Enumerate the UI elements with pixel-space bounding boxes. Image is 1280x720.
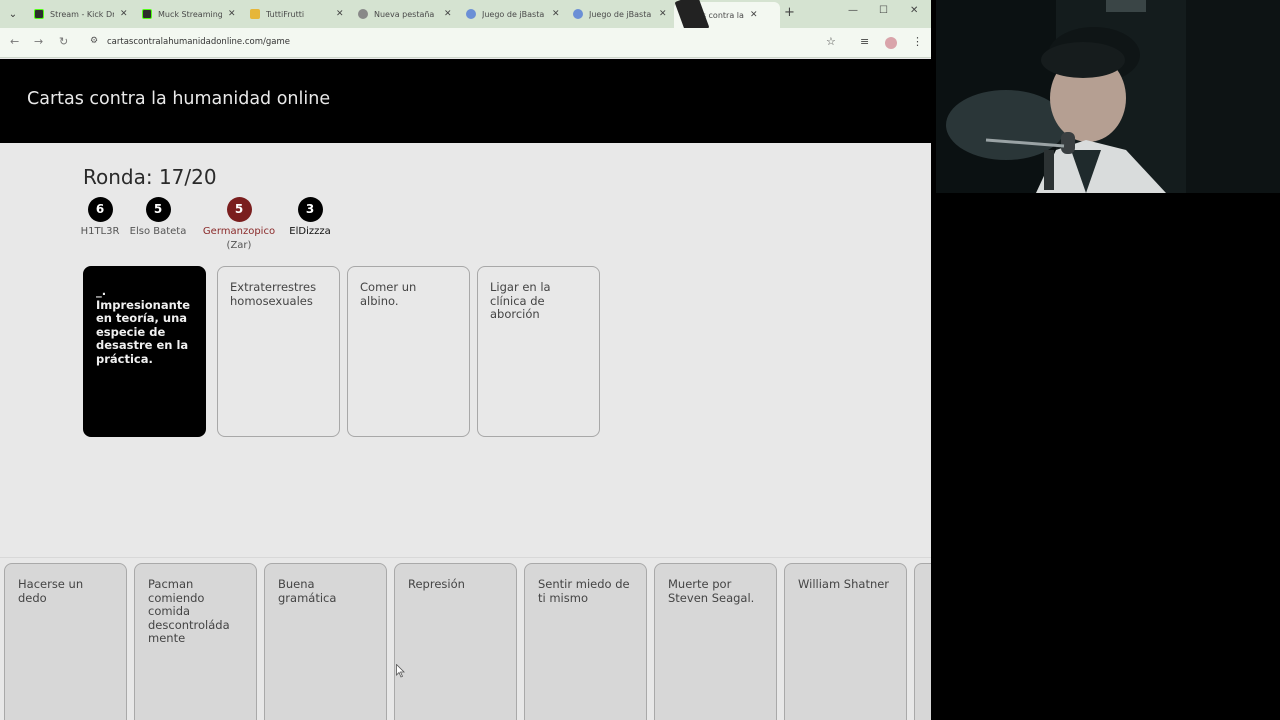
media-controls-icon[interactable]: ≡ xyxy=(860,35,869,48)
played-card[interactable]: Comer un albino. xyxy=(347,266,470,437)
tab-search-icon[interactable]: ⌄ xyxy=(0,0,26,28)
hand-card-partial[interactable] xyxy=(914,563,931,720)
tab-tuttifrutti[interactable]: TuttiFrutti ✕ xyxy=(244,4,350,24)
tab-muck-streaming[interactable]: Muck Streaming ✕ xyxy=(136,4,242,24)
address-bar: ← → ↻ ⚙ cartascontralahumanidadonline.co… xyxy=(0,28,931,58)
player-score: 5 xyxy=(226,197,252,222)
hand-card[interactable]: Pacman comiendo comida descontroláda men… xyxy=(134,563,257,720)
tab-strip: ⌄ Stream - Kick Dr ✕ Muck Streaming ✕ Tu… xyxy=(0,0,931,37)
profile-avatar[interactable] xyxy=(885,37,897,49)
minimize-icon[interactable]: — xyxy=(848,5,858,16)
kick-icon xyxy=(34,9,44,19)
menu-icon[interactable]: ⋮ xyxy=(912,35,923,48)
site-header: Cartas contra la humanidad online xyxy=(0,59,931,143)
player-4: 3 ElDizzza xyxy=(265,197,355,237)
player-score: 5 xyxy=(145,197,171,222)
close-icon[interactable]: ✕ xyxy=(120,9,128,19)
forward-icon[interactable]: → xyxy=(34,35,43,48)
bookmark-star-icon[interactable]: ☆ xyxy=(826,35,836,48)
window-close-icon[interactable]: ✕ xyxy=(910,5,918,16)
globe-icon xyxy=(573,9,583,19)
url-input[interactable]: cartascontralahumanidadonline.com/game xyxy=(107,37,290,47)
reload-icon[interactable]: ↻ xyxy=(59,35,68,48)
new-tab-icon[interactable]: + xyxy=(784,5,795,20)
player-score: 3 xyxy=(297,197,323,222)
hand-card[interactable]: William Shatner xyxy=(784,563,907,720)
tuttifrutti-icon xyxy=(250,9,260,19)
back-icon[interactable]: ← xyxy=(10,35,19,48)
hand-card[interactable]: Sentir miedo de ti mismo xyxy=(524,563,647,720)
black-card: _. Impresionante en teoría, una especie … xyxy=(83,266,206,437)
hand-divider xyxy=(0,557,931,558)
tab-stream-kick[interactable]: Stream - Kick Dr ✕ xyxy=(28,4,134,24)
tab-new-tab[interactable]: Nueva pestaña ✕ xyxy=(352,4,458,24)
hand-card[interactable]: Muerte por Steven Seagal. xyxy=(654,563,777,720)
hand-card[interactable]: Hacerse un dedo xyxy=(4,563,127,720)
player-name: Elso Bateta xyxy=(129,226,187,237)
close-icon[interactable]: ✕ xyxy=(552,9,560,19)
game-area: Ronda: 17/20 6 H1TL3R 5 Elso Bateta 5 Ge… xyxy=(0,143,931,720)
maximize-icon[interactable]: ☐ xyxy=(879,5,888,16)
webcam-overlay xyxy=(936,0,1280,193)
hand-card[interactable]: Represión xyxy=(394,563,517,720)
page-title: Cartas contra la humanidad online xyxy=(27,89,331,109)
tab-juego-basta-2[interactable]: Juego de jBasta ✕ xyxy=(567,4,673,24)
site-info-icon[interactable]: ⚙ xyxy=(90,36,98,46)
player-name: ElDizzza xyxy=(289,226,331,237)
played-card[interactable]: Extraterrestres homosexuales xyxy=(217,266,340,437)
close-icon[interactable]: ✕ xyxy=(750,10,758,20)
close-icon[interactable]: ✕ xyxy=(444,9,452,19)
close-icon[interactable]: ✕ xyxy=(228,9,236,19)
player-score: 6 xyxy=(87,197,113,222)
browser-window: ⌄ Stream - Kick Dr ✕ Muck Streaming ✕ Tu… xyxy=(0,0,931,720)
player-2: 5 Elso Bateta xyxy=(113,197,203,237)
played-card[interactable]: Ligar en la clínica de aborción xyxy=(477,266,600,437)
close-icon[interactable]: ✕ xyxy=(659,9,667,19)
chrome-icon xyxy=(358,9,368,19)
tab-cartas-active[interactable]: Cartas contra la ✕ xyxy=(674,0,780,37)
close-icon[interactable]: ✕ xyxy=(336,9,344,19)
kick-icon xyxy=(142,9,152,19)
round-counter: Ronda: 17/20 xyxy=(83,165,217,189)
hand-card[interactable]: Buena gramática xyxy=(264,563,387,720)
mouse-cursor-icon xyxy=(396,664,405,678)
webcam-feed-image xyxy=(936,0,1280,193)
tab-juego-basta-1[interactable]: Juego de jBasta ✕ xyxy=(460,4,566,24)
globe-icon xyxy=(466,9,476,19)
player-role: (Zar) xyxy=(226,240,252,251)
